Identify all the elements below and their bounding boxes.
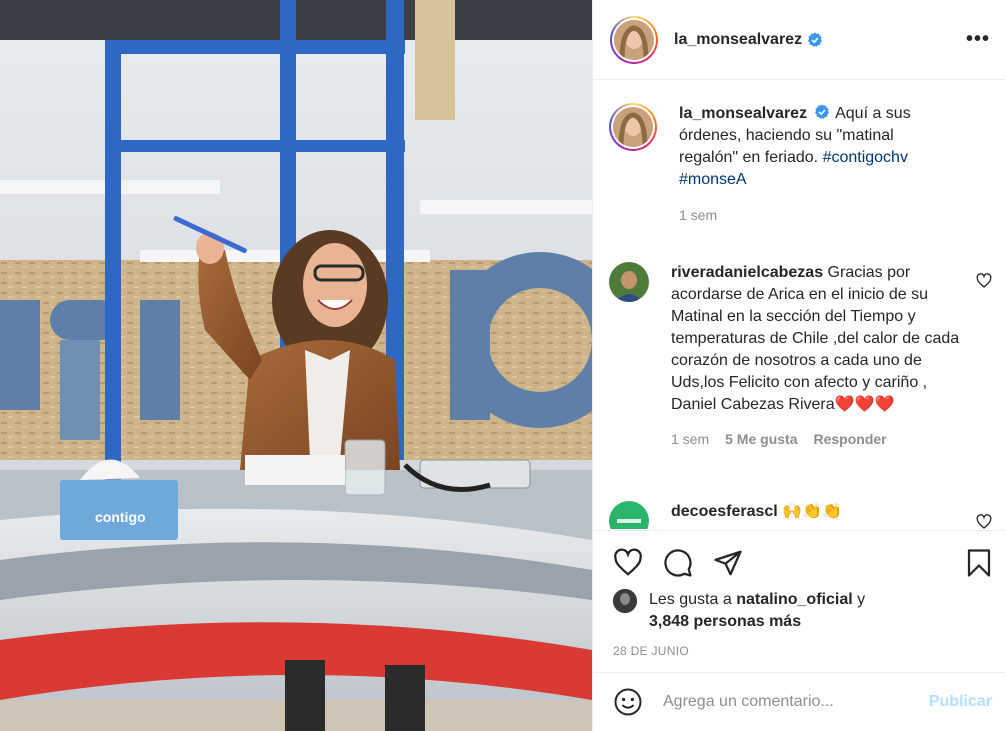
post-header: la_monsealvarez ••• <box>593 0 1005 80</box>
hashtag-contigochv[interactable]: #contigochv <box>823 149 908 166</box>
post-panel: la_monsealvarez ••• la_monsealvarez Aquí… <box>592 0 1005 731</box>
tissue-box-brand: contigo <box>95 509 146 525</box>
like-comment-heart-icon[interactable] <box>976 273 992 289</box>
commenter-username[interactable]: decoesferascl <box>671 503 778 520</box>
share-paper-plane-icon[interactable] <box>713 548 743 578</box>
comment-likes[interactable]: 5 Me gusta <box>725 428 797 450</box>
comment-time[interactable]: 1 sem <box>671 428 709 450</box>
author-username[interactable]: la_monsealvarez <box>674 31 802 49</box>
like-heart-icon[interactable] <box>613 548 643 578</box>
comment-emojis: ❤️❤️❤️ <box>834 396 895 413</box>
comment-text: Gracias por acordarse de Arica en el ini… <box>671 264 960 413</box>
like-comment-heart-icon[interactable] <box>976 514 992 529</box>
author-avatar[interactable] <box>610 15 658 64</box>
caption-avatar[interactable] <box>609 103 657 151</box>
more-options-icon[interactable]: ••• <box>966 28 990 51</box>
emoji-icon[interactable] <box>613 687 643 717</box>
post-date[interactable]: 28 DE JUNIO <box>613 644 689 658</box>
comment-bubble-icon[interactable] <box>663 548 693 578</box>
caption: la_monsealvarez Aquí a sus órdenes, haci… <box>609 103 989 223</box>
commenter-username[interactable]: riveradanielcabezas <box>671 264 823 281</box>
likes-prefix: Les gusta a <box>649 591 732 608</box>
save-bookmark-icon[interactable] <box>964 548 994 578</box>
comment: riveradanielcabezas Gracias por acordars… <box>609 262 989 450</box>
likes-summary: Les gusta a natalino_oficial y 3,848 per… <box>613 589 865 633</box>
comment-emojis: 🙌👏👏 <box>782 503 842 520</box>
liker-username[interactable]: natalino_oficial <box>736 591 852 608</box>
hashtag-monsea[interactable]: #monseA <box>679 171 747 188</box>
commenter-avatar[interactable] <box>609 501 649 529</box>
add-comment-bar: Publicar <box>593 672 1005 731</box>
comment: decoesferascl 🙌👏👏 <box>609 501 989 529</box>
verified-badge-icon <box>808 32 823 47</box>
action-bar <box>593 530 1005 592</box>
post-photo[interactable]: contigo <box>0 0 592 731</box>
caption-verified-badge-icon <box>814 104 829 119</box>
comments-list[interactable]: la_monsealvarez Aquí a sus órdenes, haci… <box>593 81 1005 529</box>
liker-avatar[interactable] <box>613 589 637 613</box>
photo-illustration: contigo <box>0 0 592 731</box>
publish-button[interactable]: Publicar <box>929 693 992 711</box>
caption-username[interactable]: la_monsealvarez <box>679 105 807 122</box>
likes-count[interactable]: 3,848 personas más <box>649 613 801 630</box>
commenter-avatar[interactable] <box>609 262 649 302</box>
reply-button[interactable]: Responder <box>813 428 886 450</box>
comment-input[interactable] <box>663 693 929 711</box>
caption-time[interactable]: 1 sem <box>679 207 717 223</box>
likes-joiner: y <box>857 591 866 608</box>
